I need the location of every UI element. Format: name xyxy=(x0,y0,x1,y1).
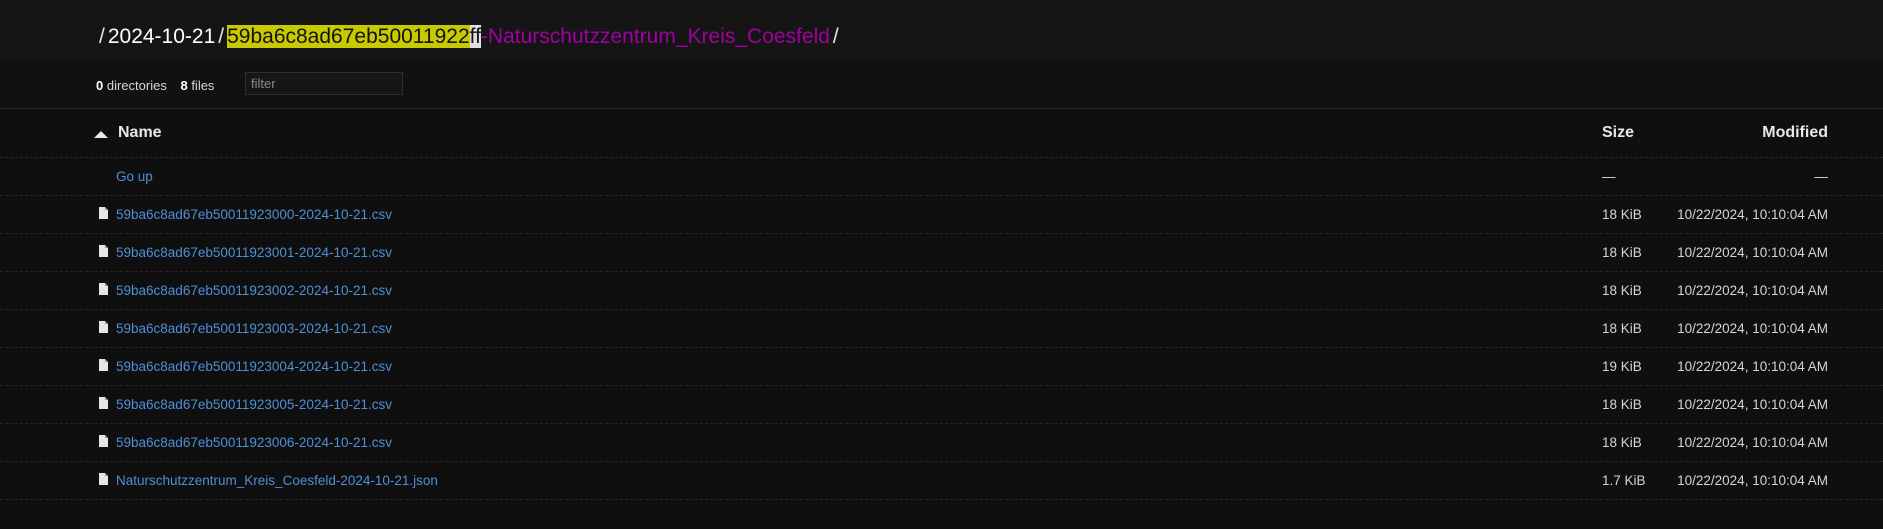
go-up-row: Go up — — xyxy=(0,158,1883,196)
file-icon xyxy=(99,435,108,447)
table-row: 59ba6c8ad67eb50011923003-2024-10-21.csv … xyxy=(0,310,1883,348)
file-link[interactable]: 59ba6c8ad67eb50011923006-2024-10-21.csv xyxy=(116,435,392,450)
table-row: 59ba6c8ad67eb50011923005-2024-10-21.csv … xyxy=(0,386,1883,424)
file-size: 18 KiB xyxy=(1602,207,1642,222)
file-icon xyxy=(99,397,108,409)
file-icon xyxy=(99,473,108,485)
breadcrumb-separator: / xyxy=(218,25,225,48)
file-link[interactable]: 59ba6c8ad67eb50011923000-2024-10-21.csv xyxy=(116,207,392,222)
breadcrumb: /2024-10-21/59ba6c8ad67eb50011922ff-Natu… xyxy=(96,24,842,50)
name-column-header[interactable]: Name xyxy=(118,124,162,142)
file-modified: 10/22/2024, 10:10:04 AM xyxy=(1677,283,1828,298)
file-size: 18 KiB xyxy=(1602,397,1642,412)
file-size: 19 KiB xyxy=(1602,359,1642,374)
file-modified: 10/22/2024, 10:10:04 AM xyxy=(1677,245,1828,260)
file-link[interactable]: 59ba6c8ad67eb50011923005-2024-10-21.csv xyxy=(116,397,392,412)
file-count: 8 xyxy=(180,78,188,93)
dir-count: 0 xyxy=(96,78,104,93)
table-row: 59ba6c8ad67eb50011923004-2024-10-21.csv … xyxy=(0,348,1883,386)
breadcrumb-date-link[interactable]: 2024-10-21 xyxy=(108,25,215,48)
directory-counts: 0 directories 8 files xyxy=(96,78,214,93)
file-icon xyxy=(99,207,108,219)
breadcrumb-trailing-separator: / xyxy=(832,25,839,48)
file-link[interactable]: 59ba6c8ad67eb50011923003-2024-10-21.csv xyxy=(116,321,392,336)
file-modified: 10/22/2024, 10:10:04 AM xyxy=(1677,207,1828,222)
table-row: Naturschutzzentrum_Kreis_Coesfeld-2024-1… xyxy=(0,462,1883,500)
table-row: 59ba6c8ad67eb50011923000-2024-10-21.csv … xyxy=(0,196,1883,234)
file-icon xyxy=(99,359,108,371)
file-table: Name Size Modified Go up — — 59ba6c8ad67… xyxy=(0,109,1883,500)
file-modified: 10/22/2024, 10:10:04 AM xyxy=(1677,359,1828,374)
go-up-modified: — xyxy=(1814,169,1829,184)
text-selection-cursor: ff xyxy=(469,25,481,48)
file-modified: 10/22/2024, 10:10:04 AM xyxy=(1677,321,1828,336)
file-size: 18 KiB xyxy=(1602,283,1642,298)
size-column-header[interactable]: Size xyxy=(1602,124,1634,142)
breadcrumb-current-folder: 59ba6c8ad67eb50011922ff-Naturschutzzentr… xyxy=(227,25,830,48)
search-highlight: 59ba6c8ad67eb50011922 xyxy=(227,25,470,48)
file-size: 18 KiB xyxy=(1602,245,1642,260)
header: /2024-10-21/59ba6c8ad67eb50011922ff-Natu… xyxy=(0,0,1883,62)
file-icon xyxy=(99,283,108,295)
table-row: 59ba6c8ad67eb50011923001-2024-10-21.csv … xyxy=(0,234,1883,272)
go-up-link[interactable]: Go up xyxy=(116,169,153,184)
file-size: 18 KiB xyxy=(1602,435,1642,450)
go-up-size: — xyxy=(1602,169,1616,184)
modified-column-header[interactable]: Modified xyxy=(1762,124,1828,142)
file-link[interactable]: 59ba6c8ad67eb50011923004-2024-10-21.csv xyxy=(116,359,392,374)
file-modified: 10/22/2024, 10:10:04 AM xyxy=(1677,435,1828,450)
table-row: 59ba6c8ad67eb50011923006-2024-10-21.csv … xyxy=(0,424,1883,462)
filter-input[interactable] xyxy=(245,72,403,95)
file-link[interactable]: 59ba6c8ad67eb50011923001-2024-10-21.csv xyxy=(116,245,392,260)
file-link[interactable]: 59ba6c8ad67eb50011923002-2024-10-21.csv xyxy=(116,283,392,298)
file-size: 1.7 KiB xyxy=(1602,473,1646,488)
table-header: Name Size Modified xyxy=(0,109,1883,158)
sort-ascending-icon[interactable] xyxy=(94,131,108,138)
breadcrumb-current-folder-rest: -Naturschutzzentrum_Kreis_Coesfeld xyxy=(480,25,830,48)
file-link[interactable]: Naturschutzzentrum_Kreis_Coesfeld-2024-1… xyxy=(116,473,438,488)
breadcrumb-root-separator[interactable]: / xyxy=(99,25,105,48)
file-label: files xyxy=(191,78,215,93)
file-modified: 10/22/2024, 10:10:04 AM xyxy=(1677,473,1828,488)
file-icon xyxy=(99,245,108,257)
file-size: 18 KiB xyxy=(1602,321,1642,336)
file-icon xyxy=(99,321,108,333)
file-modified: 10/22/2024, 10:10:04 AM xyxy=(1677,397,1828,412)
listing-summary: 0 directories 8 files xyxy=(0,62,1883,109)
dir-label: directories xyxy=(106,78,167,93)
table-row: 59ba6c8ad67eb50011923002-2024-10-21.csv … xyxy=(0,272,1883,310)
